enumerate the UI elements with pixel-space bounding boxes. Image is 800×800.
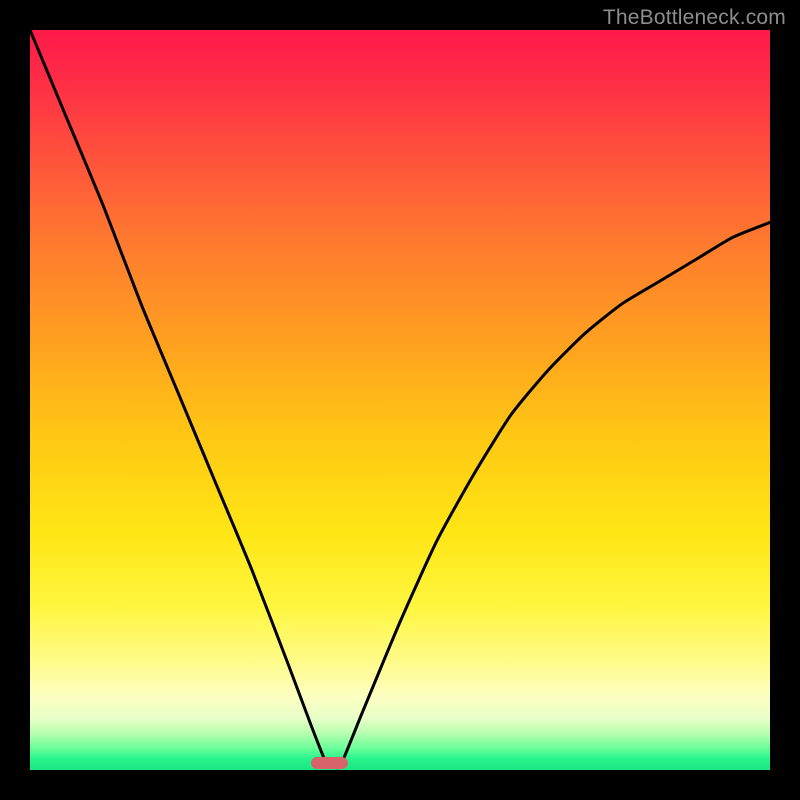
bottleneck-curve [30,30,770,770]
watermark-text: TheBottleneck.com [603,6,786,30]
plot-area [30,30,770,770]
chart-frame: TheBottleneck.com [0,0,800,800]
optimal-marker [311,757,348,769]
